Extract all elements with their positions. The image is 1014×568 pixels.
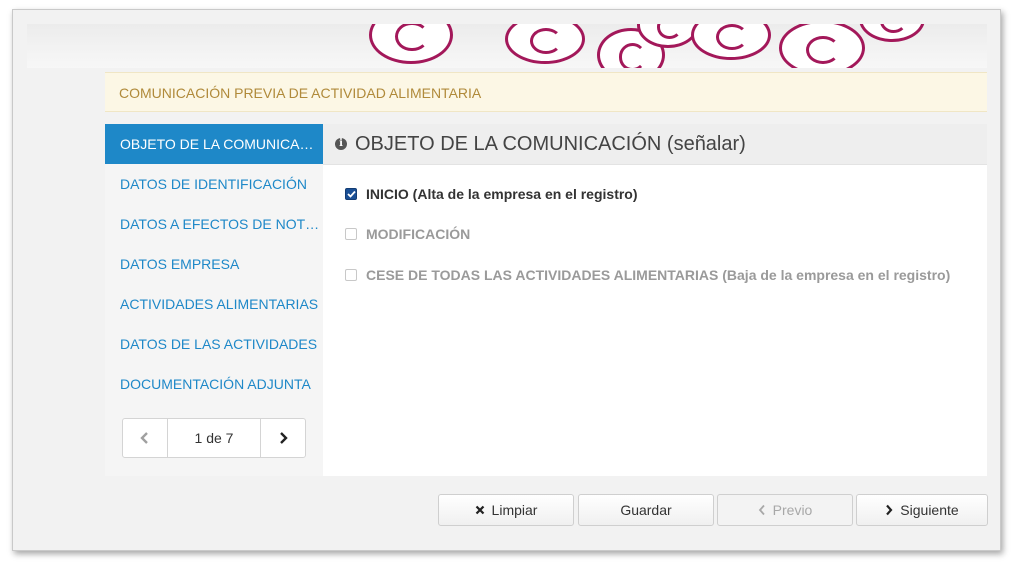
cese-label: CESE DE TODAS LAS ACTIVIDADES ALIMENTARI… xyxy=(366,267,951,283)
sidebar-item-actividades-alimentarias[interactable]: ACTIVIDADES ALIMENTARIAS xyxy=(105,284,320,324)
checkmark-icon xyxy=(346,190,356,198)
steps-sidebar: OBJETO DE LA COMUNICACIÓN DATOS DE IDENT… xyxy=(105,124,323,476)
cese-checkbox[interactable] xyxy=(345,269,357,281)
next-button[interactable]: Siguiente xyxy=(856,494,988,526)
option-inicio[interactable]: INICIO (Alta de la empresa en el registr… xyxy=(345,186,638,202)
modificacion-label: MODIFICACIÓN xyxy=(366,226,471,242)
main-panel: i OBJETO DE LA COMUNICACIÓN (señalar) IN… xyxy=(323,124,987,476)
section-header: i OBJETO DE LA COMUNICACIÓN (señalar) xyxy=(323,124,987,165)
sidebar-item-datos-actividades[interactable]: DATOS DE LAS ACTIVIDADES xyxy=(105,324,320,364)
option-cese[interactable]: CESE DE TODAS LAS ACTIVIDADES ALIMENTARI… xyxy=(345,267,950,283)
form-title: COMUNICACIÓN PREVIA DE ACTIVIDAD ALIMENT… xyxy=(105,72,987,112)
pager-next-button[interactable] xyxy=(260,419,305,457)
clear-button-label: Limpiar xyxy=(491,502,538,518)
inicio-checkbox[interactable] xyxy=(345,188,357,200)
clear-button[interactable]: Limpiar xyxy=(438,494,574,526)
section-title: OBJETO DE LA COMUNICACIÓN (señalar) xyxy=(355,132,746,155)
banner-decoration xyxy=(779,24,865,68)
step-pager: 1 de 7 xyxy=(122,418,306,458)
banner-decoration xyxy=(859,24,925,42)
app-frame: COMUNICACIÓN PREVIA DE ACTIVIDAD ALIMENT… xyxy=(12,9,1001,551)
chevron-right-icon xyxy=(280,432,288,444)
chevron-left-icon xyxy=(758,504,766,516)
sidebar-item-objeto[interactable]: OBJETO DE LA COMUNICACIÓN xyxy=(105,124,323,164)
inicio-label: INICIO (Alta de la empresa en el registr… xyxy=(366,186,638,202)
header-banner xyxy=(27,24,987,68)
sidebar-item-notificacion[interactable]: DATOS A EFECTOS DE NOTIFICACIÓN xyxy=(105,204,320,244)
previous-button-label: Previo xyxy=(772,502,813,518)
previous-button[interactable]: Previo xyxy=(717,494,853,526)
banner-decoration xyxy=(505,24,585,64)
chevron-right-icon xyxy=(885,504,893,516)
sidebar-item-empresa[interactable]: DATOS EMPRESA xyxy=(105,244,320,284)
banner-decoration xyxy=(691,24,771,60)
chevron-left-icon xyxy=(140,432,148,444)
x-icon xyxy=(475,505,485,515)
save-button-label: Guardar xyxy=(620,502,672,518)
next-button-label: Siguiente xyxy=(900,502,959,518)
sidebar-item-identificacion[interactable]: DATOS DE IDENTIFICACIÓN xyxy=(105,164,320,204)
modificacion-checkbox[interactable] xyxy=(345,228,357,240)
sidebar-item-documentacion[interactable]: DOCUMENTACIÓN ADJUNTA xyxy=(105,364,320,404)
save-button[interactable]: Guardar xyxy=(578,494,714,526)
option-modificacion[interactable]: MODIFICACIÓN xyxy=(345,226,470,242)
info-circle-icon: i xyxy=(335,138,347,150)
pager-prev-button[interactable] xyxy=(123,419,168,457)
pager-status: 1 de 7 xyxy=(194,430,234,446)
banner-decoration xyxy=(369,24,453,64)
